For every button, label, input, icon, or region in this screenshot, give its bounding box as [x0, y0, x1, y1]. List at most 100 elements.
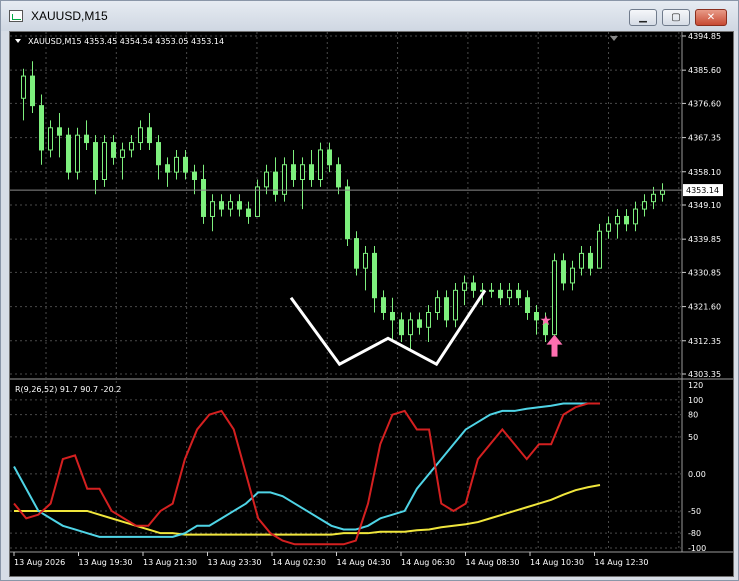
candle-body — [615, 215, 620, 225]
candle-body — [93, 142, 98, 181]
candle-body — [516, 289, 521, 299]
candle-body — [660, 190, 665, 195]
candle-body — [525, 297, 530, 313]
candle-body — [318, 149, 323, 181]
candle-body — [210, 201, 215, 217]
chart-window: XAUUSD,M15 ▁ ▢ ✕ 4394.85 4385.60 4376.60 43… — [0, 0, 739, 581]
price-axis-label: 4321.60 — [688, 303, 721, 312]
close-button[interactable]: ✕ — [695, 9, 727, 26]
candle-body — [165, 164, 170, 173]
price-axis-label: 4367.35 — [688, 134, 721, 143]
candle-body — [147, 127, 152, 144]
candle-body — [120, 149, 125, 158]
current-price-label: 4353.14 — [686, 186, 719, 195]
candle-body — [273, 171, 278, 195]
indicator-axis-label: 0.00 — [688, 470, 706, 479]
candle-body — [561, 260, 566, 284]
indicator-line-cyan — [13, 402, 600, 538]
candle-body — [237, 201, 242, 210]
time-axis-label: 14 Aug 12:30 — [595, 558, 649, 567]
indicator-axis-label: 120 — [688, 381, 703, 390]
collapse-arrow-icon[interactable] — [15, 39, 21, 43]
candle-body — [354, 238, 359, 269]
candle-body — [579, 252, 584, 269]
window-title: XAUUSD,M15 — [31, 9, 108, 23]
candle-body — [21, 75, 26, 99]
chart-area[interactable]: 4394.85 4385.60 4376.60 4367.35 4358.10 4349.… — [9, 31, 734, 577]
time-axis-label: 14 Aug 08:30 — [466, 558, 520, 567]
candle-body — [642, 201, 647, 210]
price-axis-label: 4330.85 — [688, 268, 721, 277]
indicator-axis-label: -100 — [688, 544, 706, 553]
candle-body — [345, 186, 350, 240]
symbol-info: XAUUSD,M15 4353.45 4354.54 4353.05 4353.… — [28, 37, 224, 46]
time-axis-label: 14 Aug 04:30 — [337, 558, 391, 567]
candle-body — [363, 252, 368, 269]
maximize-button[interactable]: ▢ — [662, 9, 690, 26]
candle-body — [174, 156, 179, 173]
time-axis-label: 14 Aug 02:30 — [272, 558, 326, 567]
candle-body — [327, 149, 332, 166]
candle-body — [219, 201, 224, 210]
price-axis-label: 4385.60 — [688, 66, 721, 75]
candle-body — [300, 164, 305, 181]
candle-body — [534, 311, 539, 321]
minimize-button[interactable]: ▁ — [629, 9, 657, 26]
candle-body — [228, 201, 233, 210]
star-signal-icon: ★ — [540, 313, 553, 329]
candle-body — [138, 127, 143, 144]
buy-arrow-icon — [546, 334, 563, 357]
candle-body — [489, 289, 494, 292]
candle-body — [606, 223, 611, 232]
candle-body — [633, 208, 638, 225]
candle-body — [246, 208, 251, 217]
candle-body — [552, 260, 557, 336]
indicator-axis-label: 80 — [688, 411, 698, 420]
price-axis-label: 4349.10 — [688, 201, 721, 210]
candle-body — [183, 156, 188, 173]
candle-body — [129, 142, 134, 151]
candle-body — [624, 215, 629, 225]
candle-body — [435, 297, 440, 313]
price-axis-label: 4312.35 — [688, 337, 721, 346]
time-axis-label: 13 Aug 23:30 — [208, 558, 262, 567]
indicator-axis-label: -80 — [688, 529, 701, 538]
time-axis-label: 13 Aug 19:30 — [79, 558, 133, 567]
price-axis-label: 4376.60 — [688, 99, 721, 108]
price-axis-label: 4339.85 — [688, 235, 721, 244]
time-axis-label: 14 Aug 06:30 — [401, 558, 455, 567]
price-axis-label: 4358.10 — [688, 168, 721, 177]
candle-body — [597, 230, 602, 269]
candle-body — [417, 319, 422, 328]
candle-body — [399, 319, 404, 336]
candle-body — [264, 171, 269, 188]
price-axis-label: 4303.35 — [688, 370, 721, 379]
candle-body — [39, 105, 44, 151]
time-axis-label: 13 Aug 2026 — [14, 558, 65, 567]
candle-body — [102, 142, 107, 181]
indicator-axis-label: -50 — [688, 507, 701, 516]
candle-body — [651, 193, 656, 203]
indicator-axis-label: 100 — [688, 396, 703, 405]
candle-body — [201, 179, 206, 217]
chart-window-icon — [9, 10, 23, 22]
candle-body — [381, 297, 386, 313]
candle-body — [453, 289, 458, 321]
title-bar[interactable]: XAUUSD,M15 ▁ ▢ ✕ — [1, 1, 738, 31]
candle-body — [255, 186, 260, 217]
candle-body — [75, 134, 80, 173]
candle-body — [309, 164, 314, 181]
candle-body — [408, 319, 413, 336]
candle-body — [588, 252, 593, 269]
candle-body — [462, 282, 467, 291]
candle-body — [84, 134, 89, 144]
shift-marker-icon — [610, 36, 618, 41]
candle-body — [336, 164, 341, 188]
chart-canvas[interactable]: 4394.85 4385.60 4376.60 4367.35 4358.10 4349.… — [10, 32, 733, 576]
indicator-axis-label: 50 — [688, 433, 698, 442]
indicator-info: R(9,26,52) 91.7 90.7 -20.2 — [15, 385, 121, 394]
candle-body — [471, 282, 476, 291]
candle-body — [426, 311, 431, 328]
candle-body — [48, 127, 53, 151]
candle-body — [156, 142, 161, 166]
